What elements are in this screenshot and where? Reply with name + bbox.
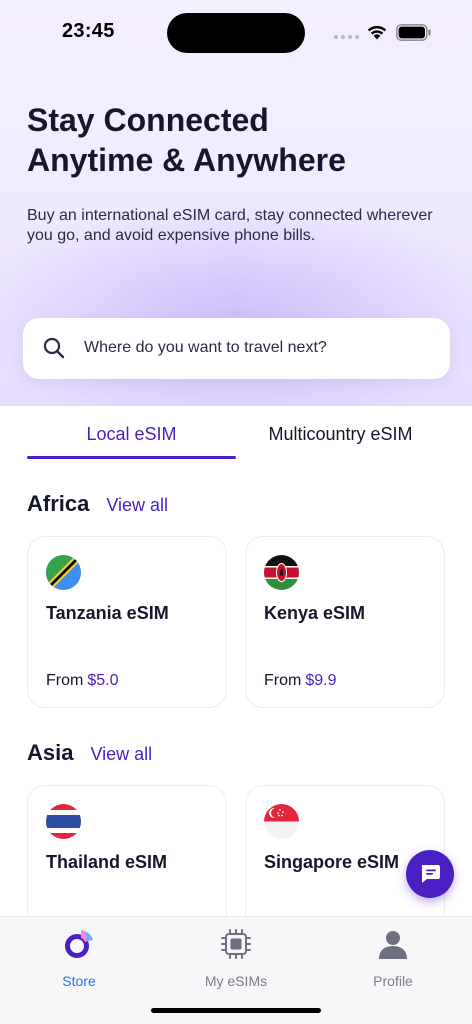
- wifi-icon: [367, 25, 387, 40]
- view-all-link[interactable]: View all: [106, 495, 168, 516]
- esim-type-tabs: Local eSIM Multicountry eSIM: [0, 406, 472, 460]
- store-icon: [65, 930, 93, 958]
- thailand-flag-icon: [46, 804, 81, 839]
- tab-multicountry-esim[interactable]: Multicountry eSIM: [236, 424, 445, 445]
- card-name: Thailand eSIM: [46, 852, 168, 872]
- tabbar-label: Profile: [373, 973, 413, 989]
- tabbar-label: Store: [62, 973, 96, 989]
- home-indicator: [151, 1008, 321, 1013]
- tabbar-item-profile[interactable]: Profile: [333, 927, 453, 989]
- singapore-flag-icon: [264, 804, 299, 839]
- battery-icon: [396, 24, 431, 41]
- status-time: 23:45: [62, 20, 115, 42]
- price-amount: $5.0: [87, 672, 119, 689]
- tabbar-item-my-esims[interactable]: My eSIMs: [176, 927, 296, 989]
- status-bar: 23:45: [0, 0, 472, 64]
- card-name: Kenya eSIM: [264, 603, 366, 623]
- section-title: Africa: [27, 491, 90, 516]
- view-all-link[interactable]: View all: [90, 744, 152, 765]
- price-from-label: From: [264, 672, 302, 689]
- chat-support-button[interactable]: [406, 850, 454, 898]
- hero-title-line2: Anytime & Anywhere: [27, 142, 346, 178]
- esim-card-kenya[interactable]: Kenya eSIM From $9.9: [245, 536, 445, 708]
- card-name: Tanzania eSIM: [46, 603, 169, 623]
- search-input[interactable]: Where do you want to travel next?: [23, 318, 450, 379]
- tanzania-flag-icon: [46, 555, 81, 590]
- dynamic-island: [167, 13, 305, 53]
- sim-chip-icon: [221, 929, 251, 959]
- section-header-africa: Africa View all: [27, 491, 168, 517]
- card-name: Singapore eSIM: [264, 852, 400, 872]
- hero-title: Stay Connected Anytime & Anywhere: [27, 100, 447, 180]
- hero-subtitle: Buy an international eSIM card, stay con…: [27, 207, 433, 244]
- tabbar-item-store[interactable]: Store: [19, 927, 139, 989]
- hero-title-line1: Stay Connected: [27, 102, 269, 138]
- esim-card-tanzania[interactable]: Tanzania eSIM From $5.0: [27, 536, 227, 708]
- tabbar-label: My eSIMs: [204, 973, 268, 989]
- price-from-label: From: [46, 672, 84, 689]
- kenya-flag-icon: [264, 555, 299, 590]
- search-placeholder: Where do you want to travel next?: [84, 339, 327, 356]
- tab-local-esim[interactable]: Local eSIM: [27, 424, 236, 445]
- section-title: Asia: [27, 740, 74, 765]
- search-icon: [43, 337, 65, 359]
- card-price: From $9.9: [264, 672, 336, 690]
- chat-icon: [421, 865, 440, 883]
- profile-icon: [379, 931, 407, 959]
- card-price: From $5.0: [46, 672, 118, 690]
- section-header-asia: Asia View all: [27, 740, 152, 766]
- price-amount: $9.9: [305, 672, 337, 689]
- cellular-signal-icon: [334, 35, 359, 39]
- active-tab-indicator: [27, 456, 236, 459]
